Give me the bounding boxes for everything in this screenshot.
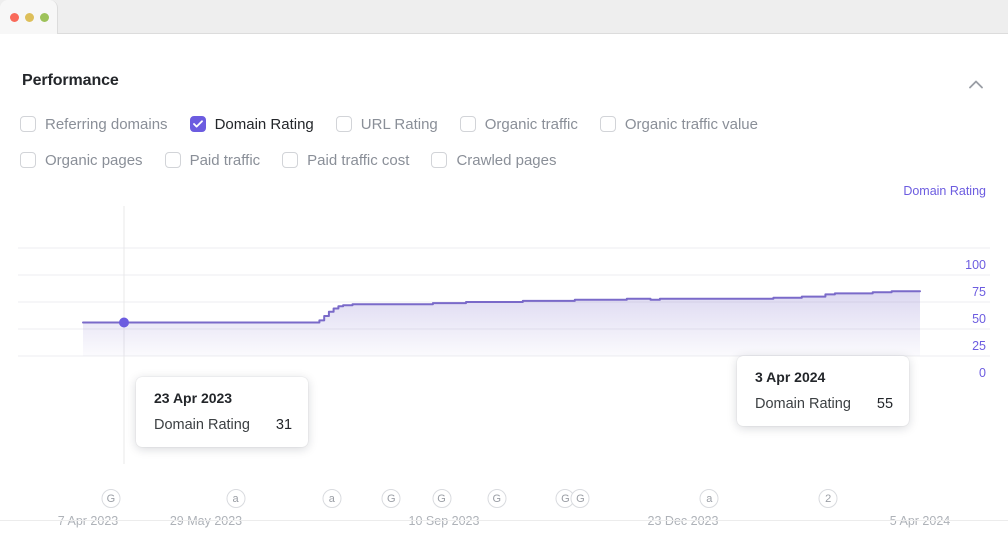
page-body: Performance Referring domains Domain Rat…: [0, 34, 1008, 541]
chart-tooltip: 23 Apr 2023 Domain Rating 31: [136, 377, 309, 447]
y-axis-tick-label: 0: [979, 366, 986, 380]
checkbox-box-icon[interactable]: [335, 116, 352, 132]
y-axis-tick-label: 25: [972, 339, 986, 353]
chart-area-fill: [83, 291, 920, 356]
checkbox-organic-traffic-value[interactable]: Organic traffic value: [599, 115, 758, 133]
checkbox-checked-icon[interactable]: [189, 116, 206, 132]
chart-focus-point[interactable]: [119, 317, 129, 328]
checkbox-referring-domains[interactable]: Referring domains: [20, 116, 168, 133]
event-badge-icon[interactable]: G: [381, 489, 401, 508]
chart-x-axis-labels: 7 Apr 2023 29 May 2023 10 Sep 2023 23 Dec 2…: [0, 514, 1008, 536]
tooltip-metric-name: Domain Rating: [154, 417, 250, 433]
metric-checkbox-row-1: Referring domains Domain Rating URL Rati…: [20, 106, 988, 142]
event-badge-icon[interactable]: G: [487, 489, 507, 508]
checkbox-paid-traffic-cost[interactable]: Paid traffic cost: [282, 152, 409, 169]
checkbox-label: Referring domains: [45, 115, 168, 133]
checkbox-label: Organic traffic value: [624, 115, 758, 133]
event-badge-icon[interactable]: a: [322, 489, 342, 508]
checkbox-label: Domain Rating: [214, 115, 314, 133]
metric-checkbox-group: Referring domains Domain Rating URL Rati…: [20, 106, 988, 178]
tooltip-metric-row: Domain Rating 31: [154, 417, 292, 433]
browser-chrome: [0, 0, 1008, 34]
tooltip-metric-row: Domain Rating 55: [755, 396, 893, 412]
y-axis-tick-label: 75: [972, 285, 986, 299]
tab-strip: [0, 0, 58, 34]
checkbox-label: Organic traffic: [484, 115, 578, 133]
chart-tooltip: 3 Apr 2024 Domain Rating 55: [737, 356, 910, 426]
performance-chart: Domain Rating 100 75 50 25 0 GaaGGGGGa2 7 Ap…: [0, 184, 1008, 528]
checkmark-icon: [192, 120, 203, 128]
panel-bottom-divider: [0, 520, 1008, 521]
checkbox-box-icon[interactable]: [599, 116, 616, 132]
event-badge-icon[interactable]: 2: [818, 489, 838, 508]
y-axis-tick-label: 50: [972, 312, 986, 326]
checkbox-paid-traffic[interactable]: Paid traffic: [164, 151, 261, 169]
checkbox-organic-traffic[interactable]: Organic traffic: [459, 115, 578, 133]
checkbox-box-icon[interactable]: [164, 152, 181, 168]
x-axis-tick-label: 7 Apr 2023: [57, 514, 119, 528]
tooltip-metric-value: 31: [275, 417, 293, 433]
y-axis-tick-label: 100: [965, 258, 986, 272]
event-badge-icon[interactable]: G: [101, 489, 121, 508]
chart-series-legend: Domain Rating: [903, 184, 986, 198]
event-badge-icon[interactable]: a: [226, 489, 246, 508]
maximize-window-button[interactable]: [40, 12, 49, 22]
tooltip-metric-name: Domain Rating: [755, 396, 851, 412]
checkbox-label: Crawled pages: [456, 151, 557, 169]
page-title: Performance: [22, 72, 119, 89]
chart-y-axis-labels: 100 75 50 25 0: [926, 206, 986, 506]
checkbox-box-icon[interactable]: [459, 116, 476, 132]
checkbox-box-icon[interactable]: [431, 152, 448, 168]
event-badge-icon[interactable]: G: [432, 489, 452, 508]
checkbox-box-icon[interactable]: [20, 116, 36, 132]
tooltip-date: 3 Apr 2024: [755, 369, 826, 385]
checkbox-box-icon[interactable]: [282, 152, 299, 168]
checkbox-organic-pages[interactable]: Organic pages: [20, 152, 143, 169]
checkbox-label: URL Rating: [360, 115, 438, 133]
tooltip-date: 23 Apr 2023: [154, 390, 233, 406]
browser-tab[interactable]: [0, 0, 58, 34]
checkbox-label: Paid traffic: [189, 151, 261, 169]
checkbox-box-icon[interactable]: [20, 152, 36, 168]
x-axis-tick-label: 10 Sep 2023: [408, 514, 480, 528]
x-axis-tick-label: 23 Dec 2023: [647, 514, 719, 528]
metric-checkbox-row-2: Organic pages Paid traffic Paid traffic …: [20, 142, 988, 178]
checkbox-label: Paid traffic cost: [307, 151, 410, 169]
event-badge-icon[interactable]: G: [570, 489, 590, 508]
checkbox-domain-rating[interactable]: Domain Rating: [189, 115, 314, 133]
checkbox-url-rating[interactable]: URL Rating: [335, 115, 438, 133]
x-axis-tick-label: 29 May 2023: [169, 514, 243, 528]
event-badge-icon[interactable]: a: [699, 489, 719, 508]
panel-header: Performance: [0, 50, 1008, 90]
close-window-button[interactable]: [10, 12, 19, 22]
chevron-up-icon: [969, 80, 983, 88]
checkbox-crawled-pages[interactable]: Crawled pages: [431, 151, 557, 169]
checkbox-label: Organic pages: [45, 151, 143, 169]
minimize-window-button[interactable]: [25, 12, 34, 22]
x-axis-tick-label: 5 Apr 2024: [889, 514, 951, 528]
tooltip-metric-value: 55: [876, 396, 894, 412]
chart-event-badges: GaaGGGGGa2: [0, 489, 1008, 511]
collapse-panel-button[interactable]: [966, 74, 986, 94]
